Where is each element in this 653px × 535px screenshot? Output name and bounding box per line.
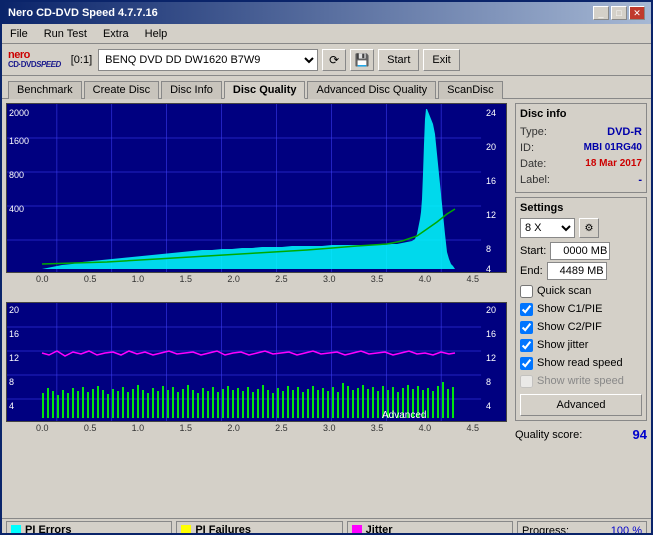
settings-title: Settings xyxy=(520,202,642,214)
show-read-speed-checkbox[interactable] xyxy=(520,357,533,370)
refresh-icon[interactable]: ⟳ xyxy=(322,49,346,71)
sidebar: Disc info Type: DVD-R ID: MBI 01RG40 Dat… xyxy=(511,99,651,518)
tab-bar: Benchmark Create Disc Disc Info Disc Qua… xyxy=(2,76,651,98)
show-read-speed-row: Show read speed xyxy=(520,354,642,372)
show-c1pie-row: Show C1/PIE xyxy=(520,300,642,318)
start-field[interactable] xyxy=(550,242,610,260)
end-field[interactable] xyxy=(547,262,607,280)
disc-label-row: Label: - xyxy=(520,172,642,188)
pi-errors-color xyxy=(11,525,21,535)
pi-failures-group: PI Failures Average: 0.07 Maximum: 11 To… xyxy=(176,521,342,535)
minimize-button[interactable]: _ xyxy=(593,6,609,20)
window-title: Nero CD-DVD Speed 4.7.7.16 xyxy=(8,7,158,19)
show-c1pie-checkbox[interactable] xyxy=(520,303,533,316)
speed-row: 8 X ⚙ xyxy=(520,218,642,238)
drive-label: [0:1] xyxy=(71,54,92,66)
show-write-speed-checkbox xyxy=(520,375,533,388)
exit-button[interactable]: Exit xyxy=(423,49,459,71)
end-row: End: xyxy=(520,262,642,280)
disc-date-row: Date: 18 Mar 2017 xyxy=(520,156,642,172)
start-row: Start: xyxy=(520,242,642,260)
tab-create-disc[interactable]: Create Disc xyxy=(84,81,159,99)
svg-text:12: 12 xyxy=(486,353,496,363)
top-chart: 2000 1600 800 400 24 20 xyxy=(6,103,507,273)
svg-text:400: 400 xyxy=(9,204,24,214)
menu-bar: File Run Test Extra Help xyxy=(2,24,651,44)
svg-text:24: 24 xyxy=(486,108,496,118)
show-write-speed-row: Show write speed xyxy=(520,372,642,390)
svg-text:16: 16 xyxy=(9,329,19,339)
svg-text:4: 4 xyxy=(486,401,491,411)
top-chart-svg: 2000 1600 800 400 24 20 xyxy=(7,104,506,273)
disc-id-row: ID: MBI 01RG40 xyxy=(520,140,642,156)
svg-text:Advanced: Advanced xyxy=(382,410,426,421)
tab-disc-info[interactable]: Disc Info xyxy=(161,81,222,99)
svg-text:12: 12 xyxy=(9,353,19,363)
jitter-color xyxy=(352,525,362,535)
title-bar: Nero CD-DVD Speed 4.7.7.16 _ □ ✕ xyxy=(2,2,651,24)
svg-text:16: 16 xyxy=(486,176,496,186)
close-button[interactable]: ✕ xyxy=(629,6,645,20)
settings-section: Settings 8 X ⚙ Start: End: Qui xyxy=(515,197,647,421)
disc-info-section: Disc info Type: DVD-R ID: MBI 01RG40 Dat… xyxy=(515,103,647,193)
disc-type-row: Type: DVD-R xyxy=(520,124,642,140)
svg-text:4: 4 xyxy=(9,401,14,411)
advanced-button[interactable]: Advanced xyxy=(520,394,642,416)
drive-select[interactable]: BENQ DVD DD DW1620 B7W9 xyxy=(98,49,318,71)
svg-text:8: 8 xyxy=(486,377,491,387)
quality-score-row: Quality score: 94 xyxy=(515,425,647,444)
quick-scan-checkbox[interactable] xyxy=(520,285,533,298)
main-content: 2000 1600 800 400 24 20 xyxy=(2,98,651,518)
svg-text:8: 8 xyxy=(9,377,14,387)
pi-errors-group: PI Errors Average: 207.03 Maximum: 1295 … xyxy=(6,521,172,535)
menu-runtest[interactable]: Run Test xyxy=(40,27,91,41)
svg-text:800: 800 xyxy=(9,170,24,180)
tab-scandisc[interactable]: ScanDisc xyxy=(438,81,502,99)
menu-extra[interactable]: Extra xyxy=(99,27,133,41)
settings-icon[interactable]: ⚙ xyxy=(579,218,599,238)
charts-area: 2000 1600 800 400 24 20 xyxy=(2,99,511,518)
show-c2pif-row: Show C2/PIF xyxy=(520,318,642,336)
svg-text:16: 16 xyxy=(486,329,496,339)
disc-info-title: Disc info xyxy=(520,108,642,120)
svg-text:20: 20 xyxy=(486,305,496,315)
quick-scan-row: Quick scan xyxy=(520,282,642,300)
bottom-chart-wrapper: 20 16 12 8 4 xyxy=(6,302,507,433)
menu-help[interactable]: Help xyxy=(141,27,172,41)
progress-section: Progress: 100 % Position: 4488 MB Speed:… xyxy=(517,521,647,535)
logo: nero CD·DVDSPEED xyxy=(8,50,61,69)
top-chart-wrapper: 2000 1600 800 400 24 20 xyxy=(6,103,507,284)
bottom-chart: 20 16 12 8 4 xyxy=(6,302,507,422)
svg-text:1600: 1600 xyxy=(9,136,29,146)
toolbar: nero CD·DVDSPEED [0:1] BENQ DVD DD DW162… xyxy=(2,44,651,76)
show-jitter-row: Show jitter xyxy=(520,336,642,354)
title-buttons: _ □ ✕ xyxy=(593,6,645,20)
top-chart-x-axis: 0.0 0.5 1.0 1.5 2.0 2.5 3.0 3.5 4.0 4.5 xyxy=(6,273,507,284)
start-button[interactable]: Start xyxy=(378,49,419,71)
bottom-chart-x-axis: 0.0 0.5 1.0 1.5 2.0 2.5 3.0 3.5 4.0 4.5 xyxy=(6,422,507,433)
quality-score-value: 94 xyxy=(633,427,647,442)
main-window: Nero CD-DVD Speed 4.7.7.16 _ □ ✕ File Ru… xyxy=(0,0,653,535)
tab-advanced-disc-quality[interactable]: Advanced Disc Quality xyxy=(307,81,436,99)
tab-disc-quality[interactable]: Disc Quality xyxy=(224,81,306,99)
jitter-group: Jitter Average: 11.60 % Maximum: 14.0 % … xyxy=(347,521,513,535)
svg-text:4: 4 xyxy=(486,264,491,273)
bottom-chart-svg: 20 16 12 8 4 xyxy=(7,303,506,422)
menu-file[interactable]: File xyxy=(6,27,32,41)
svg-text:8: 8 xyxy=(486,244,491,254)
pi-failures-color xyxy=(181,525,191,535)
svg-text:2000: 2000 xyxy=(9,108,29,118)
stats-area: PI Errors Average: 207.03 Maximum: 1295 … xyxy=(2,518,651,535)
svg-text:20: 20 xyxy=(9,305,19,315)
svg-text:12: 12 xyxy=(486,210,496,220)
save-icon[interactable]: 💾 xyxy=(350,49,374,71)
tab-benchmark[interactable]: Benchmark xyxy=(8,81,82,99)
maximize-button[interactable]: □ xyxy=(611,6,627,20)
show-jitter-checkbox[interactable] xyxy=(520,339,533,352)
show-c2pif-checkbox[interactable] xyxy=(520,321,533,334)
speed-select[interactable]: 8 X xyxy=(520,218,575,238)
svg-text:20: 20 xyxy=(486,142,496,152)
